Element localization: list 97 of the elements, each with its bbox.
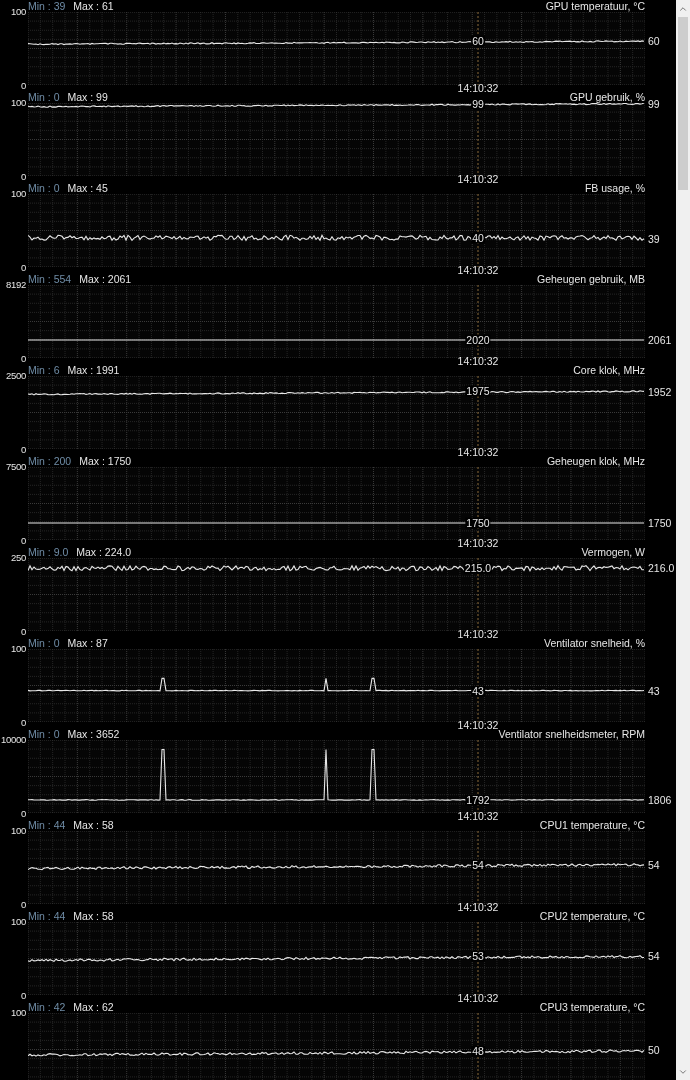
axis-label: 0 [21,535,26,546]
cursor-value: 54 [471,859,485,871]
axis-label: 0 [21,990,26,1001]
min-value: Min : 44 [28,910,66,922]
cursor-time: 14:10:32 [457,356,499,367]
axis-label: 100 [11,825,26,836]
axis-label: 100 [11,97,26,108]
axis-label: 10000 [1,734,26,745]
max-value: Max : 2061 [79,273,132,285]
max-value: Max : 1991 [67,364,120,376]
min-value: Min : 0 [28,182,60,194]
max-value: Max : 62 [73,1001,114,1013]
current-value: 216.0 [648,562,675,574]
graph-title: Core klok, MHz [573,364,645,376]
axis-label: 0 [21,626,26,637]
graph-title: FB usage, % [584,182,645,194]
current-value: 1806 [648,794,672,806]
min-value: Min : 0 [28,728,60,740]
axis-label: 0 [21,444,26,455]
axis-label: 0 [21,808,26,819]
current-value: 54 [648,859,660,871]
current-value: 1952 [648,386,672,398]
axis-label: 2500 [6,370,26,381]
max-value: Max : 61 [73,0,114,12]
cursor-value: 60 [471,35,485,47]
axis-label: 250 [11,552,26,563]
axis-label: 100 [11,643,26,654]
axis-label: 100 [11,1007,26,1018]
min-value: Min : 44 [28,819,66,831]
graph-title: CPU1 temperature, °C [539,819,645,831]
cursor-time: 14:10:32 [457,811,499,822]
max-value: Max : 45 [67,182,108,194]
cursor-value: 99 [471,98,485,110]
cursor-time: 14:10:32 [457,720,499,731]
cursor-time: 14:10:32 [457,538,499,549]
axis-label: 100 [11,6,26,17]
cursor-value: 2020 [465,334,491,346]
current-value: 43 [648,685,660,697]
max-value: Max : 58 [73,819,114,831]
max-value: Max : 3652 [67,728,120,740]
cursor-value: 1750 [465,517,491,529]
cursor-time: 14:10:32 [457,447,499,458]
max-value: Max : 1750 [79,455,132,467]
graph-title: Ventilator snelheidsmeter, RPM [498,728,645,740]
cursor-value: 1975 [465,385,491,397]
current-value: 50 [648,1044,660,1055]
scrollbar[interactable] [676,0,690,1080]
current-value: 60 [648,35,660,47]
axis-label: 0 [21,717,26,728]
axis-label: 0 [21,899,26,910]
cursor-time: 14:10:32 [457,174,499,185]
graph-title: Geheugen klok, MHz [546,455,645,467]
min-value: Min : 0 [28,91,60,103]
cursor-line [477,1013,479,1080]
current-value: 54 [648,950,660,962]
graph-title: CPU3 temperature, °C [539,1001,645,1013]
min-value: Min : 6 [28,364,60,376]
axis-label: 100 [11,188,26,199]
cursor-value: 43 [471,685,485,697]
current-value: 1750 [648,517,672,529]
axis-label: 0 [21,171,26,182]
axis-label: 0 [21,353,26,364]
graph-title: Geheugen gebruik, MB [537,273,645,285]
cursor-value: 53 [471,950,485,962]
axis-label: 0 [21,262,26,273]
cursor-time: 14:10:32 [457,83,499,94]
min-value: Min : 9.0 [28,546,69,558]
scrollbar-thumb[interactable] [678,17,688,190]
cursor-value: 48 [471,1045,485,1057]
graph-title: Vermogen, W [581,546,645,558]
min-value: Min : 39 [28,0,66,12]
max-value: Max : 99 [67,91,108,103]
graph-title: GPU gebruik, % [569,91,645,103]
axis-label: 8192 [6,279,26,290]
cursor-value: 1792 [465,794,491,806]
graph-title: Ventilator snelheid, % [544,637,645,649]
max-value: Max : 224.0 [76,546,132,558]
cursor-time: 14:10:32 [457,629,499,640]
max-value: Max : 87 [67,637,108,649]
min-value: Min : 42 [28,1001,66,1013]
cursor-time: 14:10:32 [457,902,499,913]
current-value: 39 [648,233,660,244]
min-value: Min : 554 [28,273,72,285]
max-value: Max : 58 [73,910,114,922]
current-value: 99 [648,98,660,110]
axis-label: 100 [11,916,26,927]
graph-title: GPU temperatuur, °C [545,0,645,12]
cursor-value: 40 [471,232,485,244]
axis-label: 0 [21,80,26,91]
min-value: Min : 200 [28,455,72,467]
min-value: Min : 0 [28,637,60,649]
graph-title: CPU2 temperature, °C [539,910,645,922]
current-value: 2061 [648,334,672,346]
cursor-value: 215.0 [463,562,493,574]
axis-label: 7500 [6,461,26,472]
cursor-time: 14:10:32 [457,993,499,1004]
cursor-time: 14:10:32 [457,265,499,276]
